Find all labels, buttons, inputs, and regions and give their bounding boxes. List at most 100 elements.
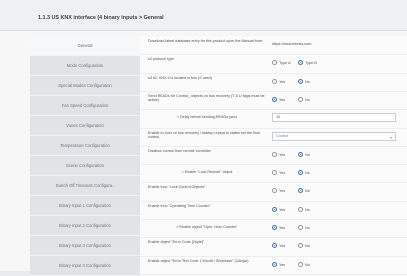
radio-option-label: Yes: [279, 152, 286, 157]
radio-unchecked-icon[interactable]: [272, 151, 277, 157]
radio-option[interactable]: Yes: [272, 187, 285, 195]
radio-option-label: Yes: [279, 244, 286, 249]
sidebar-item[interactable]: Binary Input 1 Configuration: [30, 196, 140, 216]
number-input[interactable]: 10: [272, 113, 396, 123]
form-row: s3 protocol type Type A Type B: [140, 55, 407, 72]
radio-option-label: No: [305, 226, 310, 230]
link-text[interactable]: https://www.intesis.com: [272, 42, 311, 46]
radio-option[interactable]: Yes: [272, 224, 285, 232]
radio-option[interactable]: Type A: [272, 59, 291, 67]
radio-checked-icon[interactable]: [298, 188, 303, 194]
sidebar-item[interactable]: Mode Configuration: [30, 56, 140, 76]
radio-option[interactable]: No: [298, 151, 310, 159]
radio-option[interactable]: Yes: [272, 96, 285, 104]
radio-checked-icon[interactable]: [298, 151, 303, 157]
radio-option[interactable]: No: [298, 96, 310, 104]
radio-unchecked-icon[interactable]: [298, 261, 303, 267]
form-row-label: Download latest database entry for this …: [148, 39, 263, 43]
sidebar-item[interactable]: Temperature Configuration: [30, 136, 140, 156]
row-divider: [140, 273, 407, 275]
sidebar-item[interactable]: Scene Configuration: [30, 156, 140, 176]
radio-option-label: Type A: [279, 61, 291, 66]
radio-checked-icon[interactable]: [298, 60, 303, 66]
form-row-label: Enable func "Lock Control Objects": [148, 185, 206, 190]
dropdown-select[interactable]: Control ▾: [272, 131, 396, 141]
form-row: > Enable object "Oper. Hour Counter" Yes N…: [140, 220, 407, 237]
chevron-down-icon: ▾: [389, 134, 392, 140]
radio-unchecked-icon[interactable]: [298, 225, 303, 230]
radio-option-label: Yes: [279, 79, 286, 84]
sidebar-item[interactable]: Binary Input 4 Configuration: [30, 256, 140, 276]
radio-option[interactable]: Yes: [272, 151, 285, 159]
window-title: 1.1.3 US KNX interface (4 binary inputs …: [38, 15, 164, 21]
radio-option[interactable]: No: [298, 78, 310, 86]
radio-option[interactable]: Yes: [272, 261, 285, 269]
radio-option[interactable]: No: [298, 261, 310, 269]
radio-option[interactable]: Type B: [298, 59, 317, 67]
form-row-label: Disallow control from remote controller: [148, 148, 211, 153]
radio-unchecked-icon[interactable]: [272, 78, 277, 84]
radio-option[interactable]: No: [298, 206, 310, 214]
radio-option[interactable]: Yes: [272, 169, 285, 177]
sidebar-item[interactable]: Vanes Configuration: [30, 116, 140, 136]
knx-parameter-window: 1.1.3 US KNX interface (4 binary inputs …: [0, 0, 407, 276]
radio-option-label: Yes: [279, 226, 286, 230]
radio-option-label: Yes: [279, 171, 286, 176]
dropdown-value: Control: [276, 133, 289, 138]
radio-option[interactable]: No: [298, 242, 310, 250]
form-row: Enable object "Error Code [2byte]" Yes No: [140, 238, 407, 255]
parameter-sidebar: General Mode Configuration Special Modes C…: [30, 36, 140, 276]
radio-unchecked-icon[interactable]: [298, 243, 303, 249]
radio-option-label: Yes: [279, 189, 286, 194]
form-row-label: s3 protocol type: [148, 57, 175, 62]
radio-option[interactable]: No: [298, 187, 310, 195]
radio-option[interactable]: Yes: [272, 206, 285, 214]
radio-checked-icon[interactable]: [272, 225, 277, 230]
form-row-label: Send READs for Control_ objects on bus r…: [148, 93, 265, 103]
radio-unchecked-icon[interactable]: [272, 170, 277, 176]
form-row: Download latest database entry for this …: [140, 37, 407, 54]
form-row-label: Enable object "Error Text Code 1 Mouth /…: [148, 258, 249, 263]
form-row: > Enable "Lock Remote" object Yes No: [140, 165, 407, 182]
radio-checked-icon[interactable]: [272, 243, 277, 249]
radio-option-label: No: [305, 262, 310, 267]
form-row-label: s3 AC KNX II is located in bus (S used): [148, 75, 212, 80]
radio-option-label: No: [305, 171, 310, 176]
radio-option-label: No: [305, 244, 310, 249]
sidebar-item[interactable]: Special Modes Configuration: [30, 76, 140, 96]
form-row: > Delay before sending READs (sec) 10: [140, 110, 407, 127]
sidebar-item[interactable]: Fan Speed Configuration: [30, 96, 140, 116]
radio-option[interactable]: Yes: [272, 242, 285, 250]
radio-option-label: Yes: [279, 262, 286, 267]
sidebar-item[interactable]: Switch Off Timeouts Configura..: [30, 176, 140, 196]
form-row-label: Enable object "Error Code [2byte]": [148, 240, 205, 245]
form-row-label: > Enable object "Oper. Hour Counter": [176, 225, 238, 229]
form-row: Disallow control from remote controller Y…: [140, 147, 407, 164]
radio-option-label: No: [305, 97, 310, 102]
radio-option-label: Type B: [305, 61, 317, 66]
radio-unchecked-icon[interactable]: [272, 60, 277, 66]
radio-option[interactable]: Yes: [272, 78, 285, 86]
radio-checked-icon[interactable]: [272, 96, 277, 102]
radio-checked-icon[interactable]: [272, 261, 277, 267]
radio-option-label: Yes: [279, 97, 286, 102]
radio-checked-icon[interactable]: [298, 170, 303, 176]
radio-option-label: No: [305, 152, 310, 157]
sidebar-item[interactable]: Binary Input 3 Configuration: [30, 236, 140, 256]
radio-option-label: No: [305, 207, 310, 212]
radio-checked-icon[interactable]: [298, 78, 303, 84]
sidebar-item[interactable]: Binary Input 2 Configuration: [30, 216, 140, 236]
radio-unchecked-icon[interactable]: [272, 188, 277, 194]
title-bar: 1.1.3 US KNX interface (4 binary inputs …: [0, 0, 407, 31]
sidebar-item[interactable]: General: [30, 36, 140, 56]
form-row: Enable func "Operating Time Counter" Yes N…: [140, 202, 407, 219]
form-row: Send READs for Control_ objects on bus r…: [140, 92, 407, 109]
radio-unchecked-icon[interactable]: [298, 96, 303, 102]
radio-option[interactable]: No: [298, 169, 310, 177]
radio-option[interactable]: No: [298, 224, 310, 232]
form-row-label: Enable func "Operating Time Counter": [148, 203, 211, 208]
form-row-label: Enable to trust on bus remotely / startu…: [148, 130, 260, 139]
radio-unchecked-icon[interactable]: [298, 206, 303, 212]
form-row: s3 AC KNX II is located in bus (S used) Y…: [140, 74, 407, 91]
radio-checked-icon[interactable]: [272, 206, 277, 212]
